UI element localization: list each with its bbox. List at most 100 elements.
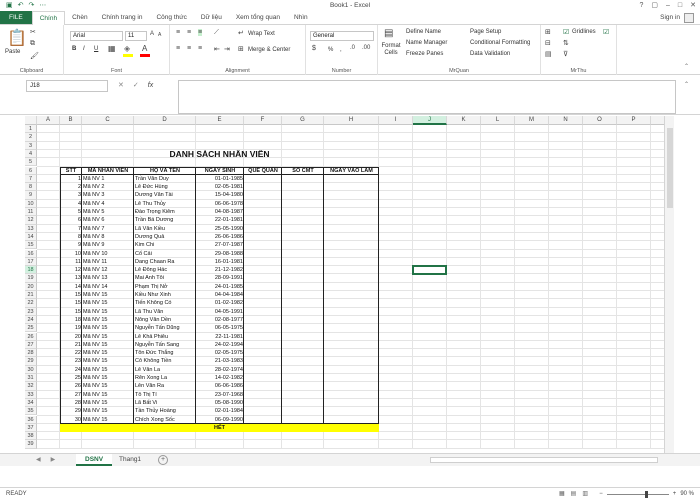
percent-button[interactable]: % bbox=[328, 47, 333, 53]
row-header-34[interactable]: 34 bbox=[25, 398, 37, 408]
cell-birth-date[interactable]: 28-09-1991 bbox=[196, 274, 244, 282]
borders-icon[interactable]: ▦ bbox=[108, 44, 116, 53]
maximize-icon[interactable]: □ bbox=[678, 0, 682, 11]
cell-birth-date[interactable]: 14-02-1982 bbox=[196, 374, 244, 382]
cell-full-name[interactable]: Lê Thu Thủy bbox=[134, 200, 196, 208]
cell-employee-id[interactable]: Mã NV 10 bbox=[82, 250, 134, 258]
font-color-icon[interactable]: A bbox=[142, 44, 147, 53]
cell-stt[interactable]: 14 bbox=[60, 283, 82, 291]
cell-employee-id[interactable]: Mã NV 15 bbox=[82, 349, 134, 357]
font-name-select[interactable]: Arial bbox=[70, 31, 123, 41]
name-manager-button[interactable]: Name Manager bbox=[406, 40, 447, 46]
column-header-g[interactable]: G bbox=[282, 116, 324, 125]
row-header-37[interactable]: 37 bbox=[25, 423, 37, 433]
orientation-icon[interactable]: ⟋ bbox=[214, 29, 219, 37]
row-header-7[interactable]: 7 bbox=[25, 174, 37, 184]
fill-color-icon[interactable]: ◈ bbox=[124, 44, 130, 53]
cell-full-name[interactable]: Phạm Thị Nở bbox=[134, 283, 196, 291]
cell-employee-id[interactable]: Mã NV 9 bbox=[82, 241, 134, 249]
cell-stt[interactable]: 8 bbox=[60, 233, 82, 241]
row-header-27[interactable]: 27 bbox=[25, 340, 37, 350]
row-header-24[interactable]: 24 bbox=[25, 315, 37, 325]
cell-birth-date[interactable]: 27-07-1987 bbox=[196, 241, 244, 249]
row-header-19[interactable]: 19 bbox=[25, 274, 37, 283]
cell-full-name[interactable]: Lê Đông Hác bbox=[134, 266, 196, 274]
column-header-q[interactable]: Q bbox=[651, 116, 664, 125]
data-validation-button[interactable]: Data Validation bbox=[470, 51, 510, 57]
cell-full-name[interactable]: Chích Xong Sốc bbox=[134, 416, 196, 424]
cell-employee-id[interactable]: Mã NV 7 bbox=[82, 225, 134, 233]
prev-sheet-icon[interactable]: ◀ bbox=[36, 455, 41, 466]
add-sheet-icon[interactable]: + bbox=[158, 455, 168, 465]
sheet-title[interactable]: DANH SÁCH NHÂN VIÊN bbox=[60, 150, 379, 158]
tab-insert[interactable]: Chèn bbox=[65, 11, 95, 24]
row-header-2[interactable]: 2 bbox=[25, 133, 37, 142]
row-header-31[interactable]: 31 bbox=[25, 374, 37, 383]
column-header-j[interactable]: J bbox=[413, 116, 447, 125]
cell-stt[interactable]: 15 bbox=[60, 299, 82, 307]
column-header-l[interactable]: L bbox=[481, 116, 515, 125]
cell-employee-id[interactable]: Mã NV 3 bbox=[82, 191, 134, 199]
cell-stt[interactable]: 9 bbox=[60, 241, 82, 249]
cell-full-name[interactable]: Dang Chaan Ra bbox=[134, 258, 196, 266]
table-header-5[interactable]: QUÊ QUÁN bbox=[244, 167, 282, 175]
table-header-4[interactable]: NGÀY SINH bbox=[196, 167, 244, 175]
paste-icon[interactable]: 📋 bbox=[7, 28, 27, 48]
align-center-icon[interactable]: ≡ bbox=[187, 45, 191, 52]
cell-stt[interactable]: 1 bbox=[60, 175, 82, 183]
help-icon[interactable]: ? bbox=[639, 0, 643, 11]
merge-center-button[interactable]: Merge & Center bbox=[248, 47, 290, 53]
decrease-decimal-icon[interactable]: .00 bbox=[362, 45, 370, 51]
column-header-k[interactable]: K bbox=[447, 116, 481, 125]
cell-full-name[interactable]: Lã Văn Kiều bbox=[134, 225, 196, 233]
enter-icon[interactable]: ✓ bbox=[133, 80, 139, 92]
column-header-n[interactable]: N bbox=[549, 116, 583, 125]
column-header-b[interactable]: B bbox=[60, 116, 82, 125]
copy-icon[interactable]: ⧉ bbox=[30, 40, 35, 48]
row-header-10[interactable]: 10 bbox=[25, 199, 37, 208]
cell-birth-date[interactable]: 06-06-1986 bbox=[196, 382, 244, 390]
table-header-7[interactable]: NGÀY VÀO LÀM bbox=[324, 167, 379, 175]
cell-birth-date[interactable]: 04-05-1991 bbox=[196, 308, 244, 316]
cell-full-name[interactable]: Kiều Như Xinh bbox=[134, 291, 196, 299]
column-header-c[interactable]: C bbox=[82, 116, 134, 125]
cell-full-name[interactable]: Trần Bá Dương bbox=[134, 216, 196, 224]
cell-employee-id[interactable]: Mã NV 15 bbox=[82, 399, 134, 407]
cell-stt[interactable]: 15 bbox=[60, 291, 82, 299]
row-header-15[interactable]: 15 bbox=[25, 241, 37, 250]
cell-stt[interactable]: 5 bbox=[60, 208, 82, 216]
row-header-14[interactable]: 14 bbox=[25, 232, 37, 242]
cell-full-name[interactable]: Trần Văn Duy bbox=[134, 175, 196, 183]
cell-employee-id[interactable]: Mã NV 5 bbox=[82, 208, 134, 216]
grow-font-icon[interactable]: A bbox=[150, 31, 154, 37]
cell-birth-date[interactable]: 06-05-1975 bbox=[196, 324, 244, 332]
freeze-panes-button[interactable]: Freeze Panes bbox=[406, 51, 443, 57]
cell-employee-id[interactable]: Mã NV 15 bbox=[82, 333, 134, 341]
sort-icon[interactable]: ⇅ bbox=[563, 39, 569, 47]
row-header-11[interactable]: 11 bbox=[25, 208, 37, 217]
cell-birth-date[interactable]: 21-12-1982 bbox=[196, 266, 244, 274]
cell-birth-date[interactable]: 23-07-1968 bbox=[196, 391, 244, 399]
zoom-out-icon[interactable]: − bbox=[599, 488, 603, 500]
cell-employee-id[interactable]: Mã NV 15 bbox=[82, 391, 134, 399]
cell-employee-id[interactable]: Mã NV 15 bbox=[82, 299, 134, 307]
cell-full-name[interactable]: Nguyễn Tấn Sang bbox=[134, 341, 196, 349]
cell-birth-date[interactable]: 04-04-1984 bbox=[196, 291, 244, 299]
cell-employee-id[interactable]: Mã NV 4 bbox=[82, 200, 134, 208]
cell-full-name[interactable]: Nguyễn Tấn Dũng bbox=[134, 324, 196, 332]
cell-employee-id[interactable]: Mã NV 12 bbox=[82, 266, 134, 274]
cell-birth-date[interactable]: 28-02-1974 bbox=[196, 366, 244, 374]
cell-employee-id[interactable]: Mã NV 15 bbox=[82, 416, 134, 424]
cell-full-name[interactable]: Kim Chi bbox=[134, 241, 196, 249]
save-icon[interactable]: ▣ bbox=[6, 0, 13, 11]
cell-full-name[interactable]: Rên Xong La bbox=[134, 374, 196, 382]
next-sheet-icon[interactable]: ▶ bbox=[51, 455, 56, 466]
cell-birth-date[interactable]: 24-01-1985 bbox=[196, 283, 244, 291]
cell-employee-id[interactable]: Mã NV 15 bbox=[82, 316, 134, 324]
bold-button[interactable]: B bbox=[72, 46, 76, 52]
cell-birth-date[interactable]: 25-05-1990 bbox=[196, 225, 244, 233]
cell-full-name[interactable]: Cổ Cải bbox=[134, 250, 196, 258]
format-cells-icon[interactable]: ▤ bbox=[384, 28, 393, 39]
tab-data[interactable]: Dữ liệu bbox=[194, 11, 229, 24]
cell-stt[interactable]: 26 bbox=[60, 382, 82, 390]
